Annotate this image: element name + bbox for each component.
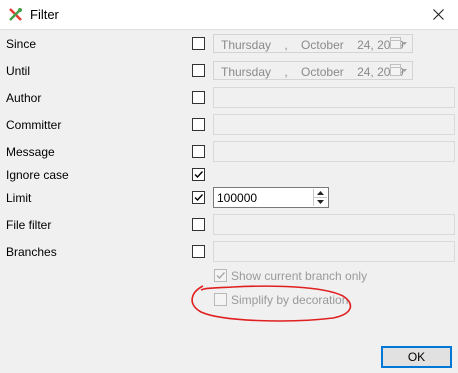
- until-label: Until: [6, 64, 31, 78]
- branches-field[interactable]: [213, 241, 455, 262]
- red-circle-annotation: [191, 285, 352, 322]
- show-current-branch-checkbox[interactable]: [214, 269, 227, 282]
- ok-button[interactable]: OK: [381, 346, 452, 368]
- ignore-case-row: Ignore case: [0, 164, 458, 186]
- committer-label: Committer: [6, 118, 62, 132]
- since-row: Since Thursday , October 24, 2019: [0, 33, 458, 55]
- limit-spinner: [313, 189, 327, 206]
- limit-checkbox[interactable]: [192, 191, 205, 204]
- until-date-text: Thursday , October 24, 2019: [221, 65, 404, 79]
- file-filter-field[interactable]: [213, 214, 455, 235]
- file-filter-checkbox[interactable]: [192, 218, 205, 231]
- checkmark-icon: [194, 194, 204, 202]
- checkmark-icon: [216, 272, 226, 280]
- committer-field[interactable]: [213, 114, 455, 135]
- since-date-text: Thursday , October 24, 2019: [221, 38, 404, 52]
- file-filter-row: File filter: [0, 214, 458, 236]
- close-button[interactable]: [418, 0, 458, 29]
- close-icon: [432, 9, 444, 20]
- arrow-down-icon: [317, 200, 324, 204]
- git-extensions-icon: [9, 8, 22, 21]
- author-field[interactable]: [213, 87, 455, 108]
- spin-up-button[interactable]: [314, 189, 327, 198]
- message-row: Message: [0, 141, 458, 163]
- message-field[interactable]: [213, 141, 455, 162]
- until-checkbox[interactable]: [192, 64, 205, 77]
- window-title: Filter: [30, 7, 59, 22]
- until-row: Until Thursday , October 24, 2019: [0, 60, 458, 82]
- spin-down-button[interactable]: [314, 198, 327, 206]
- since-label: Since: [6, 37, 37, 51]
- committer-checkbox[interactable]: [192, 118, 205, 131]
- ignore-case-label: Ignore case: [6, 168, 69, 182]
- author-row: Author: [0, 87, 458, 109]
- arrow-up-icon: [317, 191, 324, 195]
- limit-value: 100000: [217, 191, 258, 205]
- file-filter-label: File filter: [6, 218, 52, 232]
- checkmark-icon: [194, 171, 204, 179]
- branches-row: Branches: [0, 241, 458, 263]
- branches-label: Branches: [6, 245, 57, 259]
- calendar-dropdown-icon[interactable]: [390, 64, 408, 77]
- since-checkbox[interactable]: [192, 37, 205, 50]
- limit-number-input[interactable]: 100000: [213, 187, 329, 208]
- until-date-picker[interactable]: Thursday , October 24, 2019: [213, 61, 413, 80]
- calendar-dropdown-icon[interactable]: [390, 37, 408, 50]
- title-bar: Filter: [0, 0, 458, 30]
- ignore-case-checkbox[interactable]: [192, 168, 205, 181]
- branches-checkbox[interactable]: [192, 245, 205, 258]
- since-date-picker[interactable]: Thursday , October 24, 2019: [213, 34, 413, 53]
- message-checkbox[interactable]: [192, 145, 205, 158]
- message-label: Message: [6, 145, 55, 159]
- committer-row: Committer: [0, 114, 458, 136]
- limit-row: Limit 100000: [0, 187, 458, 209]
- show-current-branch-label: Show current branch only: [231, 269, 368, 283]
- author-checkbox[interactable]: [192, 91, 205, 104]
- author-label: Author: [6, 91, 42, 105]
- limit-label: Limit: [6, 191, 32, 205]
